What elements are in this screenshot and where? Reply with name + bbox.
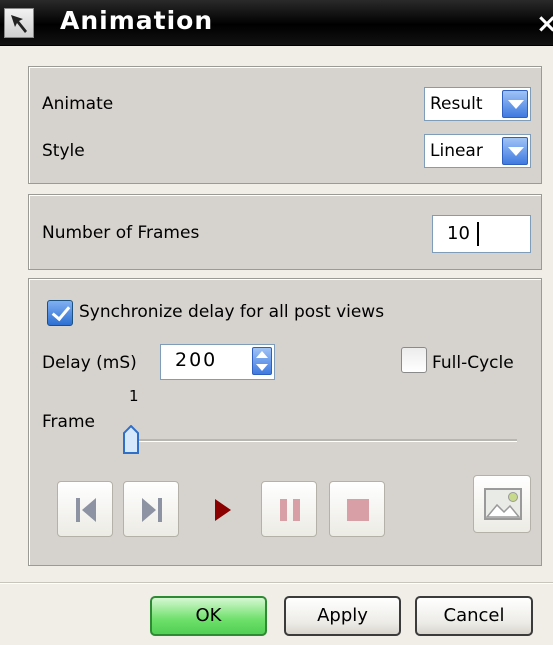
frames-label: Number of Frames [42,223,200,243]
title-bar: Animation × [0,0,553,46]
ok-button[interactable]: OK [150,596,267,636]
frame-slider-thumb[interactable] [122,424,140,455]
play-icon [215,499,231,521]
apply-button[interactable]: Apply [284,596,401,636]
export-image-button[interactable] [473,475,531,533]
frames-group: Number of Frames 10 [28,194,542,270]
window-title: Animation [60,6,214,35]
frame-slider-track[interactable] [129,439,517,442]
step-forward-icon [142,498,162,522]
frames-input[interactable]: 10 [432,215,531,253]
pause-icon [280,499,300,521]
sync-delay-label: Synchronize delay for all post views [79,302,385,322]
delay-spinner[interactable]: 200 [160,344,275,380]
frames-input-value: 10 [447,223,470,244]
step-back-button[interactable] [57,481,113,537]
frame-current-value: 1 [129,387,139,405]
text-caret [477,222,479,246]
pause-button[interactable] [261,481,317,537]
frame-label: Frame [42,412,95,432]
pin-icon[interactable] [4,8,34,38]
delay-value: 200 [175,349,218,371]
spinner-arrows-icon[interactable] [252,347,272,375]
style-label: Style [42,141,85,161]
full-cycle-checkbox[interactable] [401,347,427,373]
play-button[interactable] [211,497,235,527]
step-forward-button[interactable] [123,481,179,537]
chevron-down-icon[interactable] [502,90,528,118]
close-icon[interactable]: × [536,9,553,39]
stop-icon [347,499,369,521]
stop-button[interactable] [329,481,385,537]
animate-select[interactable]: Result [424,87,531,121]
footer-separator [0,582,553,584]
sync-delay-checkbox[interactable] [47,300,73,326]
style-select-value: Linear [430,141,483,161]
step-back-icon [76,498,96,522]
export-image-icon [484,488,522,520]
animate-label: Animate [42,94,114,114]
playback-group: Synchronize delay for all post views Del… [28,278,542,566]
cancel-button[interactable]: Cancel [415,596,533,636]
chevron-down-icon[interactable] [502,137,528,165]
animate-group: Animate Result Style Linear [28,66,542,184]
full-cycle-label: Full-Cycle [432,353,514,373]
style-select[interactable]: Linear [424,134,531,168]
animate-select-value: Result [430,94,483,114]
delay-label: Delay (mS) [42,353,137,373]
